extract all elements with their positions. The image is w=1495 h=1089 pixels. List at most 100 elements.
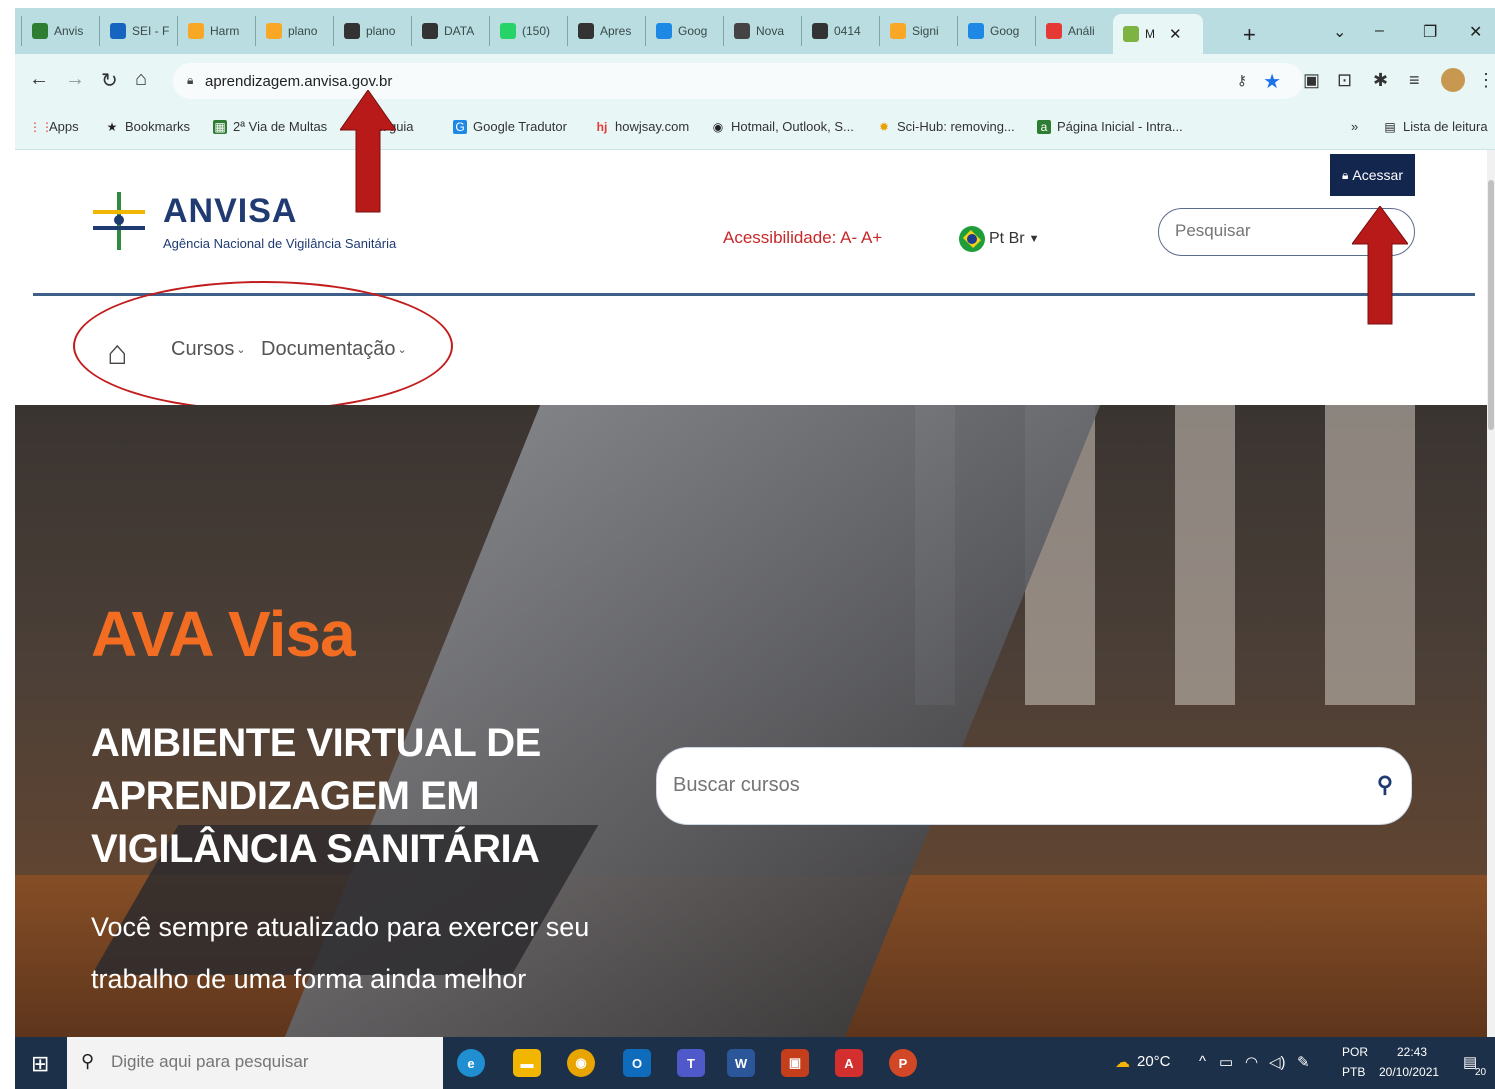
bookmark-howjsay[interactable]: hj howjsay.com [595,119,690,134]
forward-arrow-icon[interactable]: → [65,68,85,91]
whatsapp-icon [500,23,516,39]
login-button[interactable]: 🔒︎ Acessar [1330,154,1415,196]
teams-icon[interactable]: T [677,1049,705,1077]
edge-icon[interactable]: e [457,1049,485,1077]
tab-title: plano [366,24,396,38]
taskbar-search-input[interactable] [111,1052,411,1072]
browser-tab[interactable]: plano [255,16,333,46]
google-translate-icon: G [453,119,467,134]
browser-tab[interactable]: Goog [957,16,1035,46]
lock-icon: 🔒︎ [1342,167,1349,182]
course-search-box[interactable]: ⚲ [656,747,1412,825]
background-shelf [1325,405,1415,705]
close-tab-icon[interactable]: ✕ [1169,25,1182,43]
tray-pen-icon[interactable]: ✎ [1297,1053,1310,1071]
tab-title: Goog [678,24,708,38]
bookmark-star-icon[interactable]: ★ [1263,69,1281,94]
clock-time[interactable]: 22:43 [1397,1045,1427,1059]
anvisa-logo-icon[interactable] [93,190,145,252]
language-label: Pt Br [989,230,1025,247]
browser-tab[interactable]: Goog [645,16,723,46]
page-scrollbar[interactable] [1487,150,1495,1037]
browser-tab[interactable]: plano [333,16,411,46]
browser-tab[interactable]: M ✕ [1113,14,1203,54]
reading-list-button[interactable]: ▤ Lista de leitura [1383,119,1487,134]
tray-expand-icon[interactable]: ^ [1199,1053,1206,1070]
nova-icon [734,23,750,39]
logo-title[interactable]: ANVISA [163,192,297,231]
browser-tab[interactable]: Anvis [21,16,99,46]
weather-temp[interactable]: 20°C [1137,1053,1171,1070]
tray-battery-icon[interactable]: ▭ [1219,1053,1233,1071]
tab-title: 0414 [834,24,861,38]
annotation-arrow-up-icon [1352,206,1408,325]
browser-tab[interactable]: SEI - F [99,16,177,46]
file-explorer-icon[interactable]: ▬ [513,1049,541,1077]
youtube-icon [1046,23,1062,39]
bookmarks-overflow-button[interactable]: » [1351,119,1358,134]
extensions-puzzle-icon[interactable]: ✱ [1373,70,1388,91]
tab-title: Análi [1068,24,1095,38]
bookmark-hotmail[interactable]: ◉ Hotmail, Outlook, S... [711,119,854,134]
green-square-icon: ▦ [213,119,227,134]
address-url[interactable]: aprendizagem.anvisa.gov.br [205,73,392,90]
bookmark-google-tradutor[interactable]: G Google Tradutor [453,119,567,134]
brazil-flag-icon [959,226,985,252]
weather-icon[interactable]: ☁ [1115,1053,1130,1071]
accessibility-controls[interactable]: Acessibilidade: A- A+ [723,228,882,248]
browser-tab[interactable]: Signi [879,16,957,46]
tray-network-icon[interactable]: ◠ [1245,1053,1258,1071]
back-arrow-icon[interactable]: ← [29,68,49,91]
bookmark-bookmarks[interactable]: ★ Bookmarks [105,119,190,134]
home-icon[interactable]: ⌂ [135,68,147,91]
tab-title: Anvis [54,24,84,38]
profile-avatar[interactable] [1441,68,1465,92]
extension-icon[interactable]: ▣ [1303,70,1320,91]
search-icon[interactable]: ⚲ [1377,772,1393,798]
hero-title: AVA Visa [91,598,356,670]
browser-tab[interactable]: DATA [411,16,489,46]
browser-tab[interactable]: Nova [723,16,801,46]
windows-start-icon[interactable]: ⊞ [31,1051,49,1077]
apps-grid-icon: ⋮⋮ [29,119,53,134]
maximize-button[interactable]: ❐ [1423,22,1437,42]
outlook-icon[interactable]: O [623,1049,651,1077]
tab-search-chevron-icon[interactable]: ⌄ [1333,22,1346,42]
reload-icon[interactable]: ↻ [101,68,118,93]
clock-date[interactable]: 20/10/2021 [1379,1065,1439,1079]
browser-tab[interactable]: (150) [489,16,567,46]
app-red-icon[interactable]: ▣ [781,1049,809,1077]
browser-tab[interactable]: Harm [177,16,255,46]
password-key-icon[interactable]: ⚷ [1237,72,1247,89]
browser-tab[interactable]: 0414 [801,16,879,46]
bookmark-apps[interactable]: ⋮⋮ Apps [29,119,79,134]
reading-list-icon[interactable]: ≡ [1409,70,1420,91]
bookmark-multas[interactable]: ▦ 2ª Via de Multas [213,119,327,134]
chrome-icon[interactable]: ◉ [567,1049,595,1077]
browser-toolbar: ← → ↻ ⌂ 🔒︎ aprendizagem.anvisa.gov.br ⚷ … [15,54,1495,108]
bookmark-intranet[interactable]: a Página Inicial - Intra... [1037,119,1183,134]
word-icon[interactable]: W [727,1049,755,1077]
powerpoint-icon[interactable]: P [889,1049,917,1077]
browser-tab[interactable]: Apres [567,16,645,46]
keyboard-lang-top[interactable]: POR [1342,1045,1368,1059]
site-search-input[interactable] [1175,221,1375,241]
new-tab-button[interactable]: + [1243,22,1256,48]
lock-icon: 🔒︎ [187,73,194,87]
taskbar-search[interactable]: ⚲ [67,1037,443,1089]
keyboard-lang-bottom[interactable]: PTB [1342,1065,1365,1079]
browser-menu-icon[interactable]: ⋮ [1477,70,1495,91]
windows-taskbar: ⊞ ⚲ e ▬ ◉ O T W ▣ A P ☁ 20°C ^ ▭ ◠ ◁) ✎ … [15,1037,1495,1089]
hero-subtitle: AMBIENTE VIRTUAL DE APRENDIZAGEM EM VIGI… [91,721,541,871]
scrollbar-thumb[interactable] [1488,180,1494,430]
tray-volume-icon[interactable]: ◁) [1269,1053,1286,1071]
close-window-button[interactable]: ✕ [1469,22,1482,42]
google-slides-icon [656,23,672,39]
language-selector[interactable]: Pt Br ▼ [959,226,1039,252]
course-search-input[interactable] [673,774,1323,797]
browser-tab[interactable]: Análi [1035,16,1113,46]
acrobat-icon[interactable]: A [835,1049,863,1077]
bookmark-scihub[interactable]: ✹ Sci-Hub: removing... [877,119,1015,134]
extension-2-icon[interactable]: ⊡ [1337,70,1352,91]
minimize-button[interactable]: – [1375,22,1384,40]
